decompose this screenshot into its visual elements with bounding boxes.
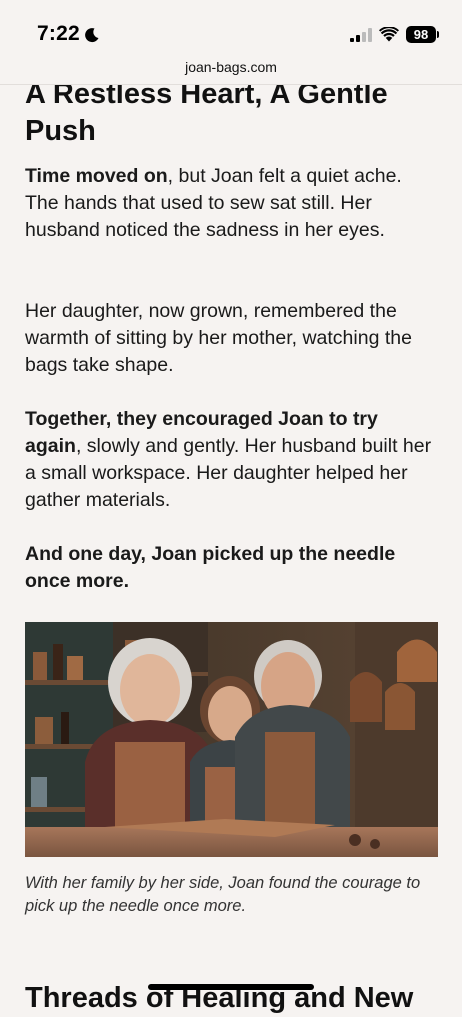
paragraph-4: And one day, Joan picked up the needle o… xyxy=(25,543,396,592)
workshop-illustration xyxy=(25,622,438,857)
paragraph-2: Her daughter, now grown, remembered the … xyxy=(25,300,412,376)
url-bar[interactable]: joan-bags.com xyxy=(0,56,462,85)
family-workshop-photo xyxy=(25,622,438,857)
paragraph-3-text: , slowly and gently. Her husband built h… xyxy=(25,435,432,511)
status-icons: 98 xyxy=(350,26,439,43)
status-bar: 7:22 98 xyxy=(0,0,462,56)
paragraph-1: Time moved on, but Joan felt a quiet ach… xyxy=(25,163,437,244)
wifi-icon xyxy=(379,27,399,42)
moon-icon xyxy=(84,27,99,42)
time-group: 7:22 xyxy=(37,22,100,46)
signal-icon xyxy=(350,27,372,42)
paragraph-3: Together, they encouraged Joan to try ag… xyxy=(25,406,437,514)
battery-icon: 98 xyxy=(406,26,439,43)
status-time: 7:22 xyxy=(37,22,80,45)
url-text[interactable]: joan-bags.com xyxy=(185,59,277,75)
section-heading-line2: Push xyxy=(25,115,96,147)
photo-caption: With her family by her side, Joan found … xyxy=(25,874,421,915)
paragraph-1-bold: Time moved on xyxy=(25,165,168,187)
home-indicator[interactable] xyxy=(148,984,314,990)
